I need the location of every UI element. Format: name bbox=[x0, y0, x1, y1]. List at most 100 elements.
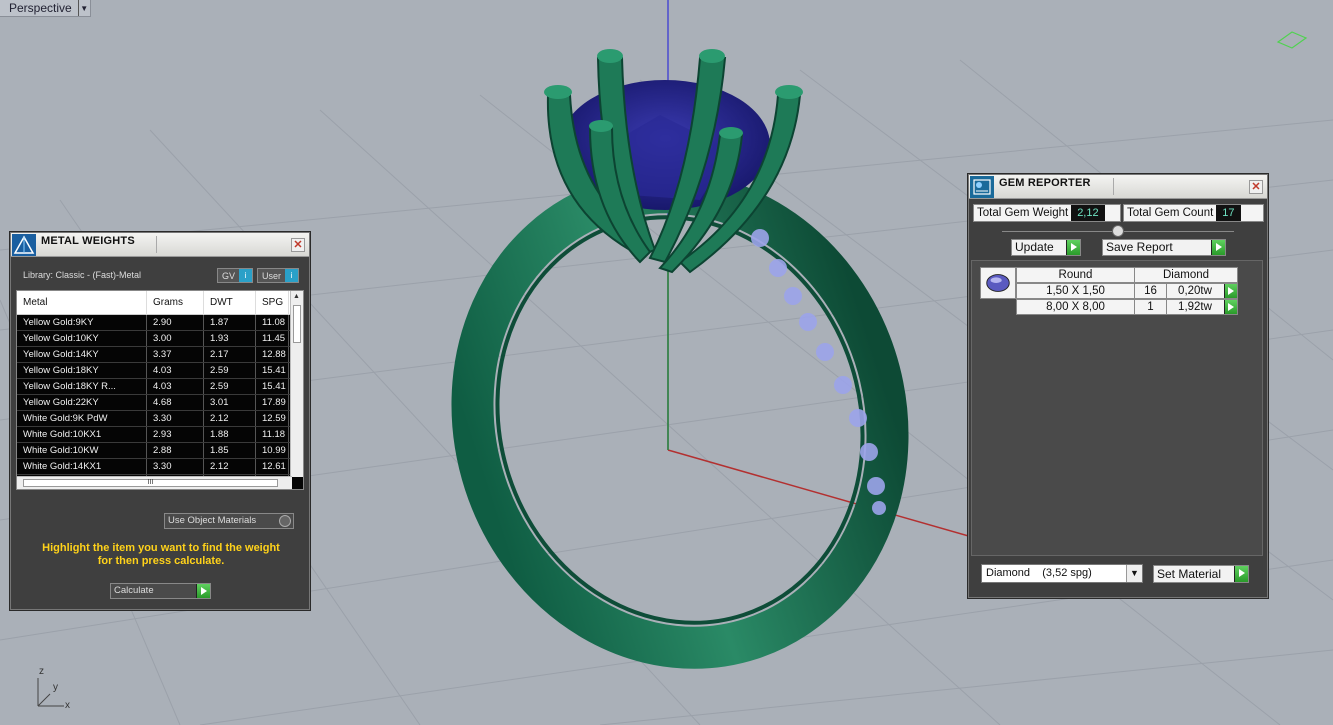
gv-toggle[interactable]: GV i bbox=[217, 268, 254, 283]
col-header-metal[interactable]: Metal bbox=[17, 291, 147, 315]
table-row[interactable]: Yellow Gold:18KY R... 4.03 2.59 15.41 bbox=[17, 379, 303, 395]
total-gem-weight-label: Total Gem Weight bbox=[977, 207, 1069, 219]
table-row[interactable]: Yellow Gold:9KY 2.90 1.87 11.08 bbox=[17, 315, 303, 331]
use-object-materials-label: Use Object Materials bbox=[168, 515, 257, 526]
col-header-dwt[interactable]: DWT bbox=[204, 291, 256, 315]
world-axes-indicator: z y x bbox=[30, 664, 80, 714]
table-row[interactable]: Yellow Gold:14KY 3.37 2.17 12.88 bbox=[17, 347, 303, 363]
cell-spg: 12.61 bbox=[256, 459, 289, 474]
col-header-spg[interactable]: SPG bbox=[256, 291, 289, 315]
info-icon: i bbox=[285, 269, 299, 282]
play-arrow-icon[interactable] bbox=[1224, 300, 1237, 314]
viewport-name: Perspective bbox=[9, 1, 72, 15]
axis-x-label: x bbox=[65, 700, 70, 711]
axis-z-label: z bbox=[39, 666, 44, 677]
cell-dwt: 1.88 bbox=[204, 427, 256, 442]
cell-dwt: 1.87 bbox=[204, 315, 256, 330]
table-row[interactable]: White Gold:10KW 2.88 1.85 10.99 bbox=[17, 443, 303, 459]
gem-weight: 0,20tw bbox=[1178, 285, 1212, 297]
play-arrow-icon[interactable] bbox=[1224, 284, 1237, 298]
play-arrow-icon bbox=[1066, 240, 1080, 255]
cell-metal: White Gold:10KW bbox=[17, 443, 147, 458]
table-row[interactable]: Yellow Gold:10KY 3.00 1.93 11.45 bbox=[17, 331, 303, 347]
gem-count: 16 bbox=[1135, 283, 1167, 299]
table-row[interactable]: Yellow Gold:22KY 4.68 3.01 17.89 bbox=[17, 395, 303, 411]
total-gem-weight: Total Gem Weight 2,12 bbox=[973, 204, 1121, 222]
update-button[interactable]: Update bbox=[1011, 239, 1081, 256]
viewport-title[interactable]: Perspective ▼ bbox=[0, 0, 91, 17]
cell-metal: Yellow Gold:22KY bbox=[17, 395, 147, 410]
cell-dwt: 2.12 bbox=[204, 459, 256, 474]
gem-weight-cell: 0,20tw bbox=[1167, 283, 1238, 299]
play-arrow-icon bbox=[1211, 240, 1225, 255]
calculate-label: Calculate bbox=[114, 585, 154, 596]
hint-text: Highlight the item you want to find the … bbox=[21, 542, 301, 568]
save-report-button[interactable]: Save Report bbox=[1102, 239, 1226, 256]
cell-spg: 10.99 bbox=[256, 443, 289, 458]
gv-toggle-label: GV bbox=[222, 270, 236, 281]
vertical-scrollbar[interactable]: ▲ bbox=[290, 291, 303, 477]
cell-dwt: 2.59 bbox=[204, 363, 256, 378]
metal-weights-title: METAL WEIGHTS bbox=[41, 235, 135, 247]
cell-metal: White Gold:9K PdW bbox=[17, 411, 147, 426]
horizontal-scrollbar[interactable]: III bbox=[17, 476, 292, 489]
table-row[interactable]: White Gold:10KX1 2.93 1.88 11.18 bbox=[17, 427, 303, 443]
gem-reporter-title: GEM REPORTER bbox=[999, 177, 1091, 189]
material-select[interactable]: Diamond (3,52 spg) ▼ bbox=[981, 564, 1143, 583]
material-header: Diamond bbox=[1135, 267, 1238, 283]
gem-table-body: 1,50 X 1,50 16 0,20tw 8,00 X 8,00 1 1,92tw bbox=[1016, 283, 1238, 315]
close-icon[interactable]: ✕ bbox=[1249, 180, 1263, 194]
use-object-materials-button[interactable]: Use Object Materials bbox=[164, 513, 294, 529]
cell-metal: White Gold:14KX1 bbox=[17, 459, 147, 474]
chevron-down-icon[interactable]: ▼ bbox=[1126, 565, 1142, 582]
hint-line-1: Highlight the item you want to find the … bbox=[42, 542, 280, 554]
user-toggle[interactable]: User i bbox=[257, 268, 300, 283]
cell-grams: 3.30 bbox=[147, 411, 204, 426]
cell-spg: 12.88 bbox=[256, 347, 289, 362]
save-report-label: Save Report bbox=[1106, 240, 1173, 254]
metal-table-body: Yellow Gold:9KY 2.90 1.87 11.08 Yellow Gold:… bbox=[17, 315, 303, 489]
cell-dwt: 2.17 bbox=[204, 347, 256, 362]
cell-dwt: 1.85 bbox=[204, 443, 256, 458]
panel-splitter[interactable] bbox=[1002, 225, 1234, 237]
metal-table[interactable]: Metal Grams DWT SPG Yellow Gold:9KY 2.90 1… bbox=[16, 290, 304, 490]
gem-weight-cell: 1,92tw bbox=[1167, 299, 1238, 315]
set-material-button[interactable]: Set Material bbox=[1153, 565, 1249, 583]
cell-dwt: 3.01 bbox=[204, 395, 256, 410]
gem-reporter-logo-icon bbox=[970, 176, 994, 198]
total-gem-count-value: 17 bbox=[1216, 205, 1241, 221]
metal-weights-titlebar[interactable]: METAL WEIGHTS ✕ bbox=[11, 233, 309, 257]
gem-reporter-titlebar[interactable]: GEM REPORTER ✕ bbox=[969, 175, 1267, 199]
cell-spg: 17.89 bbox=[256, 395, 289, 410]
scroll-thumb[interactable]: III bbox=[23, 479, 278, 487]
radio-icon bbox=[279, 515, 291, 527]
cell-grams: 4.03 bbox=[147, 379, 204, 394]
scroll-thumb[interactable] bbox=[293, 305, 301, 343]
cell-spg: 15.41 bbox=[256, 363, 289, 378]
cell-grams: 3.37 bbox=[147, 347, 204, 362]
table-row[interactable]: Yellow Gold:18KY 4.03 2.59 15.41 bbox=[17, 363, 303, 379]
user-toggle-label: User bbox=[262, 270, 282, 281]
close-icon[interactable]: ✕ bbox=[291, 238, 305, 252]
cell-grams: 2.88 bbox=[147, 443, 204, 458]
gem-reporter-panel: GEM REPORTER ✕ Total Gem Weight 2,12 Tot… bbox=[968, 174, 1268, 598]
table-row[interactable]: 8,00 X 8,00 1 1,92tw bbox=[1016, 299, 1238, 315]
splitter-knob-icon[interactable] bbox=[1112, 225, 1124, 237]
viewport-dropdown-icon[interactable]: ▼ bbox=[77, 0, 90, 16]
play-arrow-icon bbox=[196, 584, 210, 598]
info-icon: i bbox=[239, 269, 253, 282]
table-row[interactable]: White Gold:14KX1 3.30 2.12 12.61 bbox=[17, 459, 303, 475]
table-row[interactable]: 1,50 X 1,50 16 0,20tw bbox=[1016, 283, 1238, 299]
scroll-up-icon[interactable]: ▲ bbox=[293, 293, 300, 300]
metal-weights-panel: METAL WEIGHTS ✕ Library: Classic - (Fast… bbox=[10, 232, 310, 610]
total-gem-count-label: Total Gem Count bbox=[1127, 207, 1214, 219]
gem-weight: 1,92tw bbox=[1178, 301, 1212, 313]
round-gem-icon[interactable] bbox=[980, 267, 1016, 299]
table-row[interactable]: White Gold:9K PdW 3.30 2.12 12.59 bbox=[17, 411, 303, 427]
metal-table-header: Metal Grams DWT SPG bbox=[17, 291, 303, 315]
cell-dwt: 2.12 bbox=[204, 411, 256, 426]
play-arrow-icon bbox=[1234, 566, 1248, 582]
col-header-grams[interactable]: Grams bbox=[147, 291, 204, 315]
cell-metal: Yellow Gold:18KY R... bbox=[17, 379, 147, 394]
calculate-button[interactable]: Calculate bbox=[110, 583, 211, 599]
